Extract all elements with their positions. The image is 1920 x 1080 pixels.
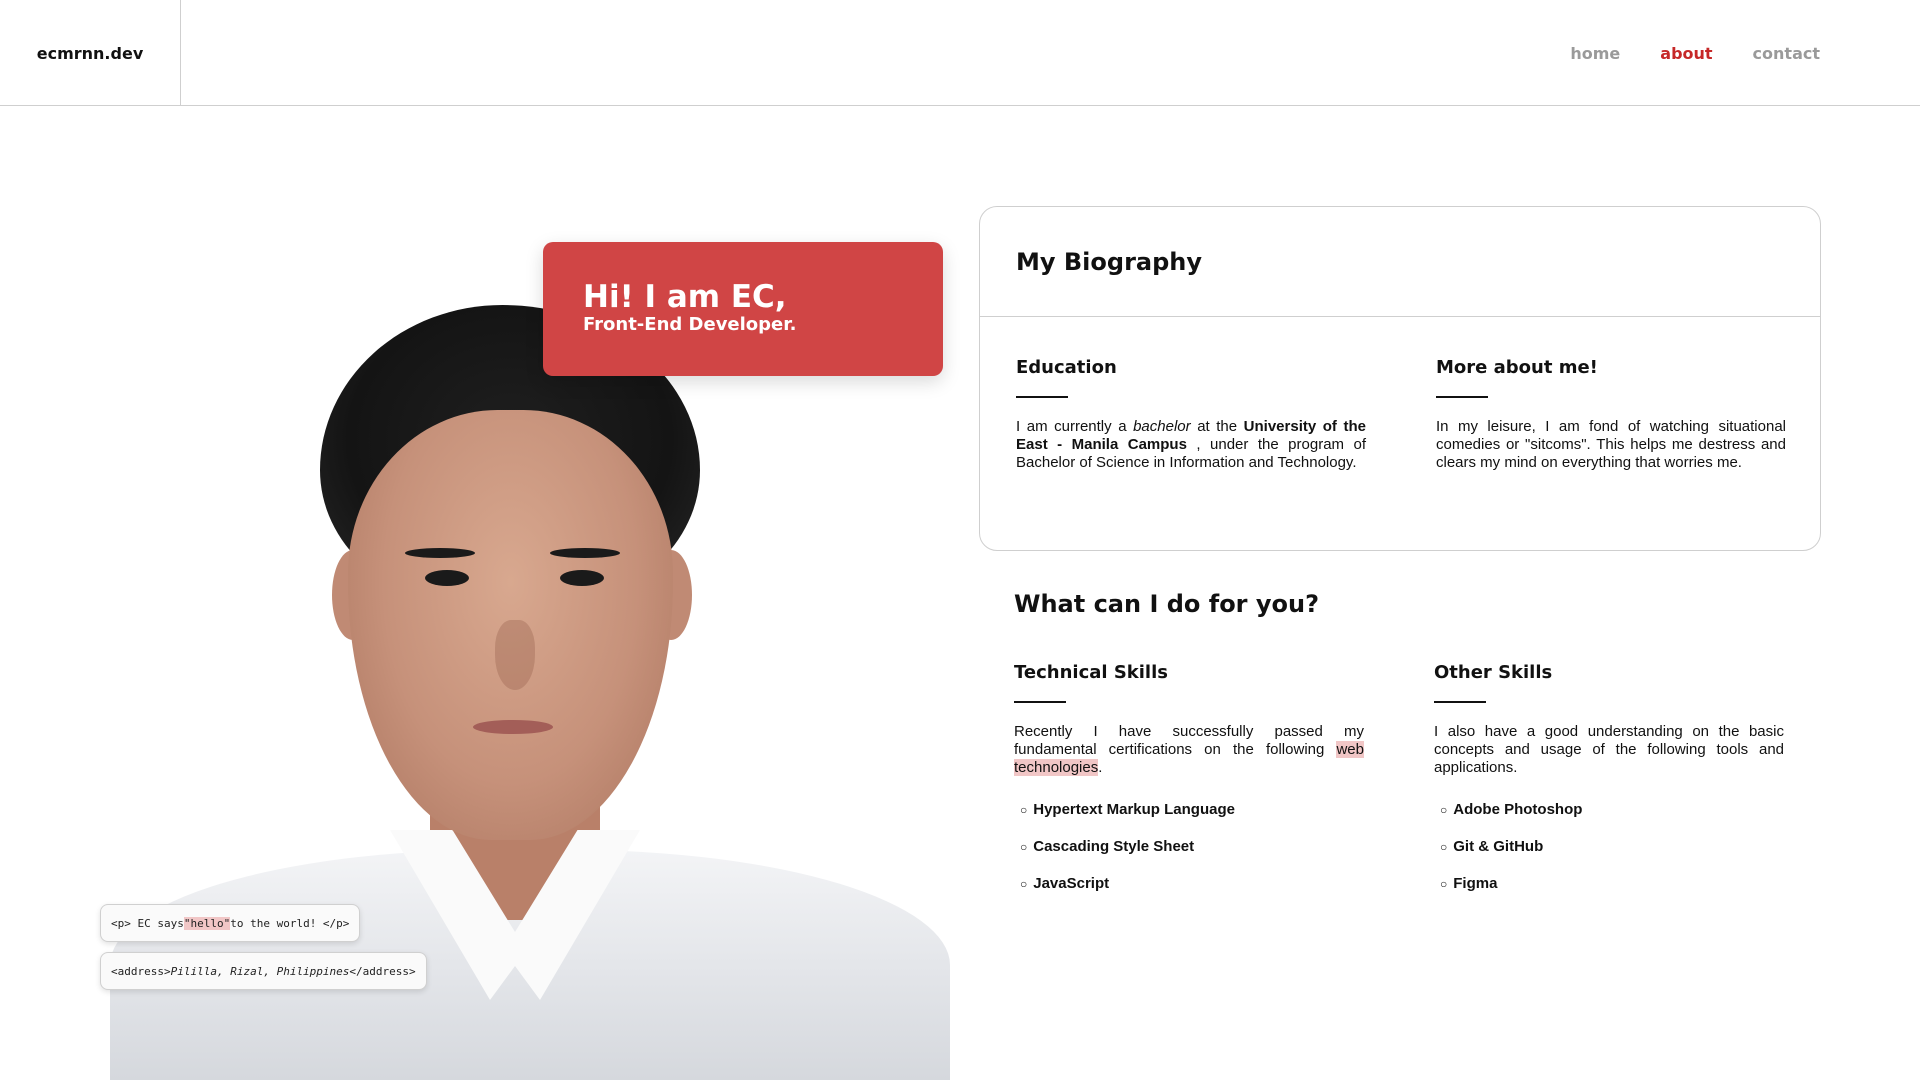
other-skills-section: Other Skills I also have a good understa… xyxy=(1434,662,1784,902)
other-skills-heading: Other Skills xyxy=(1434,662,1553,683)
circle-bullet-icon: ○ xyxy=(1440,839,1448,854)
photo-mouth xyxy=(473,720,553,734)
circle-bullet-icon: ○ xyxy=(1020,839,1028,854)
intro-card: Hi! I am EC, Front-End Developer. xyxy=(543,242,943,376)
photo-brow-right xyxy=(550,548,620,558)
nav-contact-link[interactable]: contact xyxy=(1753,44,1820,63)
technical-skills-heading: Technical Skills xyxy=(1014,662,1168,683)
brand-logo-text[interactable]: ecmrnn.dev xyxy=(37,44,144,63)
intro-role: Front-End Developer. xyxy=(583,314,797,335)
technical-skills-section: Technical Skills Recently I have success… xyxy=(1014,662,1364,902)
list-item: ○ Git & GitHub xyxy=(1440,838,1544,855)
other-skills-list: ○ Adobe Photoshop ○ Git & GitHub ○ Figma xyxy=(1434,791,1784,902)
code-tag-hello: <p> EC says "hello" to the world! </p> xyxy=(100,904,361,942)
list-item: ○ JavaScript xyxy=(1020,875,1110,892)
list-item: ○ Adobe Photoshop xyxy=(1440,801,1583,818)
photo-brow-left xyxy=(405,548,475,558)
education-divider xyxy=(1016,396,1068,398)
code-tag-address: <address> Pililla, Rizal, Philippines </… xyxy=(100,952,427,990)
site-header: ecmrnn.dev home about contact xyxy=(0,0,1920,106)
list-item: ○ Cascading Style Sheet xyxy=(1020,838,1195,855)
code-tag-address-close: </address> xyxy=(349,964,416,978)
more-about-text: In my leisure, I am fond of watching sit… xyxy=(1436,418,1786,471)
main-nav: home about contact xyxy=(1570,0,1820,106)
more-about-heading: More about me! xyxy=(1436,357,1598,378)
biography-header: My Biography xyxy=(980,207,1820,317)
code-tag-address-open: <address> xyxy=(111,964,171,978)
photo-eye-left xyxy=(425,570,469,586)
intro-greeting: Hi! I am EC, xyxy=(583,279,787,315)
nav-about-link[interactable]: about xyxy=(1660,44,1712,63)
technical-skills-list: ○ Hypertext Markup Language ○ Cascading St… xyxy=(1014,791,1364,902)
technical-skills-text: Recently I have successfully passed my f… xyxy=(1014,723,1364,776)
circle-bullet-icon: ○ xyxy=(1020,876,1028,891)
more-about-divider xyxy=(1436,396,1488,398)
technical-skills-divider xyxy=(1014,701,1066,703)
biography-card: My Biography Education I am currently a … xyxy=(979,206,1821,551)
other-skills-text: I also have a good understanding on the … xyxy=(1434,723,1784,776)
circle-bullet-icon: ○ xyxy=(1440,876,1448,891)
brand-box: ecmrnn.dev xyxy=(0,0,181,106)
circle-bullet-icon: ○ xyxy=(1440,802,1448,817)
nav-home-link[interactable]: home xyxy=(1570,44,1620,63)
photo-eye-right xyxy=(560,570,604,586)
more-about-section: More about me! In my leisure, I am fond … xyxy=(1436,357,1786,472)
biography-title: My Biography xyxy=(1016,247,1203,276)
circle-bullet-icon: ○ xyxy=(1020,802,1028,817)
code-tag-hello-open: <p> EC says xyxy=(111,916,184,930)
code-tag-hello-close: to the world! </p> xyxy=(230,916,350,930)
photo-nose xyxy=(495,620,535,690)
code-tag-address-location: Pililla, Rizal, Philippines xyxy=(170,964,350,978)
list-item: ○ Figma xyxy=(1440,875,1498,892)
other-skills-divider xyxy=(1434,701,1486,703)
code-tag-hello-highlight: "hello" xyxy=(183,916,231,930)
education-heading: Education xyxy=(1016,357,1117,378)
education-section: Education I am currently a bachelor at t… xyxy=(1016,357,1366,472)
list-item: ○ Hypertext Markup Language xyxy=(1020,801,1235,818)
education-text: I am currently a bachelor at the Univers… xyxy=(1016,418,1366,471)
services-title: What can I do for you? xyxy=(1014,590,1320,618)
